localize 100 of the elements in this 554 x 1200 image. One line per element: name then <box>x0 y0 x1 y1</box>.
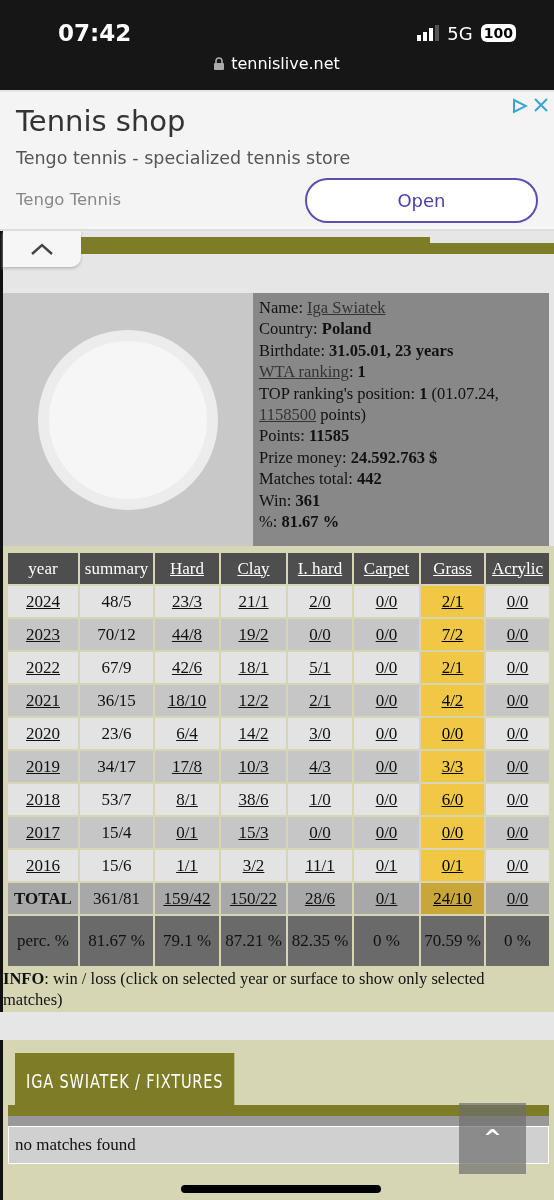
table-link[interactable]: 38/6 <box>221 784 286 815</box>
table-link[interactable]: 6/4 <box>155 718 219 749</box>
table-link[interactable]: 14/2 <box>221 718 286 749</box>
table-link[interactable]: 0/0 <box>486 652 549 683</box>
table-link[interactable]: 21/1 <box>221 586 286 617</box>
url-text[interactable]: tennislive.net <box>231 54 340 73</box>
table-link[interactable]: 2024 <box>8 586 78 617</box>
profile-link[interactable]: Iga Swiatek <box>307 298 386 317</box>
empty-message: no matches found <box>15 1135 136 1154</box>
open-button[interactable]: Open <box>305 178 538 223</box>
table-link[interactable]: 0/0 <box>354 718 419 749</box>
table-link[interactable]: 0/0 <box>354 619 419 650</box>
table-cell: 34/17 <box>80 751 153 782</box>
table-link[interactable]: 2017 <box>8 817 78 848</box>
profile-link[interactable]: WTA ranking <box>259 362 349 382</box>
table-link[interactable]: 0/0 <box>288 817 352 848</box>
table-link[interactable]: 0/0 <box>421 817 484 848</box>
table-cell: 0 % <box>354 916 419 966</box>
table-link[interactable]: 3/3 <box>421 751 484 782</box>
table-link[interactable]: 0/1 <box>421 850 484 881</box>
table-link[interactable]: 150/22 <box>221 883 286 914</box>
table-link[interactable]: 2021 <box>8 685 78 716</box>
table-cell: 36/15 <box>80 685 153 716</box>
table-link[interactable]: 2016 <box>8 850 78 881</box>
table-link[interactable]: 2/1 <box>421 652 484 683</box>
table-cell: 0 % <box>486 916 549 966</box>
table-link[interactable]: 3/0 <box>288 718 352 749</box>
table-link[interactable]: 4/2 <box>421 685 484 716</box>
table-link[interactable]: 44/8 <box>155 619 219 650</box>
table-link[interactable]: 2019 <box>8 751 78 782</box>
table-link[interactable]: 0/0 <box>486 784 549 815</box>
network-label: 5G <box>447 22 473 44</box>
table-link[interactable]: 8/1 <box>155 784 219 815</box>
table-link[interactable]: 2018 <box>8 784 78 815</box>
adchoices-icon[interactable] <box>512 98 528 114</box>
table-link[interactable]: 2/0 <box>288 586 352 617</box>
table-link[interactable]: 0/0 <box>486 619 549 650</box>
table-link[interactable]: 0/0 <box>288 619 352 650</box>
table-cell: perc. % <box>8 916 78 966</box>
table-link[interactable]: 3/2 <box>221 850 286 881</box>
column-header[interactable]: Grass <box>421 553 484 584</box>
table-link[interactable]: 2023 <box>8 619 78 650</box>
column-header[interactable]: Acrylic <box>486 553 549 584</box>
table-cell: 70.59 % <box>421 916 484 966</box>
table-link[interactable]: 42/6 <box>155 652 219 683</box>
table-link[interactable]: 0/0 <box>354 586 419 617</box>
table-link[interactable]: 0/0 <box>354 751 419 782</box>
table-link[interactable]: 12/2 <box>221 685 286 716</box>
column-header[interactable]: Hard <box>155 553 219 584</box>
table-link[interactable]: 2020 <box>8 718 78 749</box>
table-link[interactable]: 1/0 <box>288 784 352 815</box>
table-link[interactable]: 0/1 <box>155 817 219 848</box>
table-link[interactable]: 0/0 <box>354 817 419 848</box>
close-icon[interactable] <box>534 98 548 112</box>
table-link[interactable]: 159/42 <box>155 883 219 914</box>
table-link[interactable]: 4/3 <box>288 751 352 782</box>
profile-line: WTA ranking: 1 <box>259 361 367 383</box>
profile-line: %: 81.67 % <box>259 511 341 533</box>
clock-time: 07:42 <box>58 20 132 46</box>
table-link[interactable]: 18/10 <box>155 685 219 716</box>
table-link[interactable]: 10/3 <box>221 751 286 782</box>
table-link[interactable]: 0/0 <box>354 784 419 815</box>
table-cell: 82.35 % <box>288 916 352 966</box>
table-cell: 79.1 % <box>155 916 219 966</box>
column-header[interactable]: Carpet <box>354 553 419 584</box>
column-header[interactable]: Clay <box>221 553 286 584</box>
table-link[interactable]: 5/1 <box>288 652 352 683</box>
table-cell: 15/6 <box>80 850 153 881</box>
table-link[interactable]: 0/0 <box>354 685 419 716</box>
table-link[interactable]: 17/8 <box>155 751 219 782</box>
table-link[interactable]: 7/2 <box>421 619 484 650</box>
table-cell: 48/5 <box>80 586 153 617</box>
table-link[interactable]: 0/0 <box>486 718 549 749</box>
table-link[interactable]: 23/3 <box>155 586 219 617</box>
table-link[interactable]: 15/3 <box>221 817 286 848</box>
column-header[interactable]: I. hard <box>288 553 352 584</box>
table-link[interactable]: 1/1 <box>155 850 219 881</box>
table-link[interactable]: 24/10 <box>421 883 484 914</box>
table-link[interactable]: 6/0 <box>421 784 484 815</box>
table-link[interactable]: 28/6 <box>288 883 352 914</box>
table-link[interactable]: 0/0 <box>486 751 549 782</box>
table-link[interactable]: 0/1 <box>354 850 419 881</box>
table-link[interactable]: 2/1 <box>421 586 484 617</box>
table-link[interactable]: 0/0 <box>486 817 549 848</box>
table-link[interactable]: 19/2 <box>221 619 286 650</box>
table-link[interactable]: 0/0 <box>354 652 419 683</box>
table-link[interactable]: 0/0 <box>486 586 549 617</box>
chevron-up-icon <box>31 243 53 255</box>
table-link[interactable]: 11/1 <box>288 850 352 881</box>
table-link[interactable]: 0/0 <box>486 685 549 716</box>
table-link[interactable]: 0/1 <box>354 883 419 914</box>
collapse-button[interactable] <box>3 231 81 267</box>
table-link[interactable]: 2022 <box>8 652 78 683</box>
ad-title: Tennis shop <box>16 104 186 138</box>
table-link[interactable]: 0/0 <box>421 718 484 749</box>
table-link[interactable]: 0/0 <box>486 883 549 914</box>
profile-link[interactable]: 1158500 <box>259 405 317 425</box>
table-link[interactable]: 2/1 <box>288 685 352 716</box>
table-link[interactable]: 18/1 <box>221 652 286 683</box>
table-link[interactable]: 0/0 <box>486 850 549 881</box>
